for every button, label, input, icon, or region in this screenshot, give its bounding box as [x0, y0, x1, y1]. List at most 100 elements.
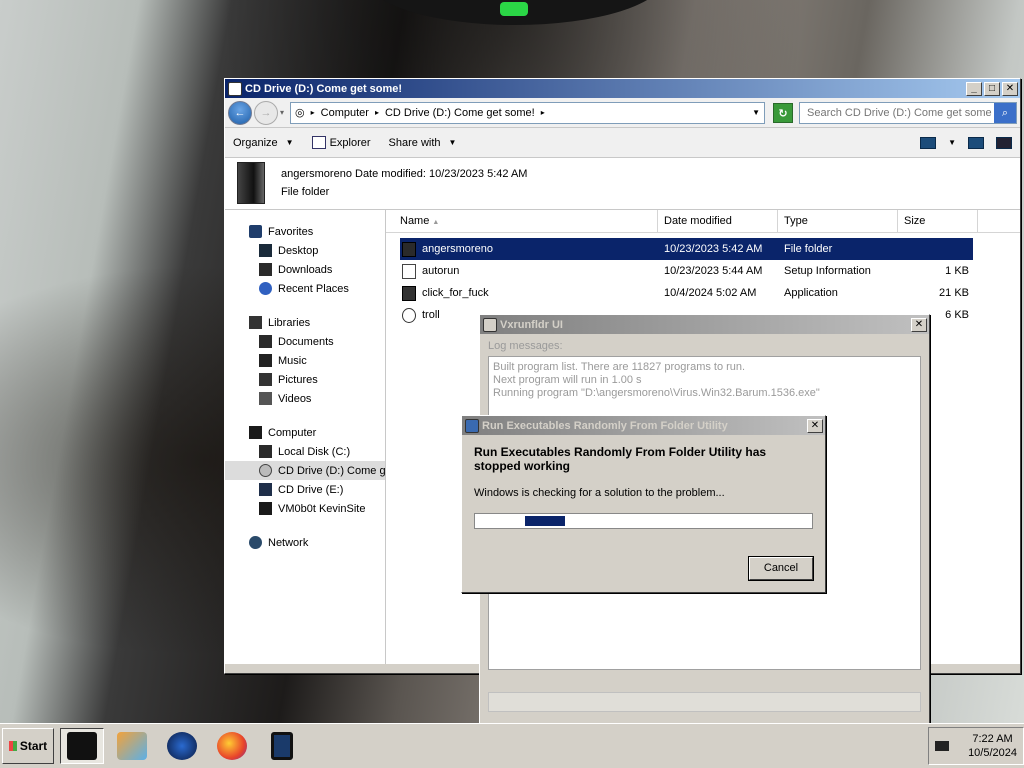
- nav-pictures[interactable]: Pictures: [225, 370, 385, 389]
- navigation-pane: Favorites Desktop Downloads Recent Place…: [225, 210, 386, 664]
- chevron-right-icon[interactable]: ▸: [541, 108, 545, 117]
- forward-button[interactable]: →: [254, 100, 278, 125]
- address-row: ← → ▾ ◎ ▸ Computer ▸ CD Drive (D:) Come …: [225, 98, 1020, 128]
- close-button[interactable]: ✕: [911, 317, 927, 332]
- organize-button[interactable]: Organize ▼: [233, 137, 294, 149]
- address-bar[interactable]: ◎ ▸ Computer ▸ CD Drive (D:) Come get so…: [290, 101, 765, 124]
- taskbar-firefox[interactable]: [210, 728, 254, 764]
- taskbar: Start 7:22 AM 10/5/2024: [0, 723, 1024, 768]
- search-box[interactable]: ⌕: [799, 101, 1017, 124]
- error-dialog-title: Run Executables Randomly From Folder Uti…: [482, 419, 728, 432]
- app-icon: [483, 317, 497, 332]
- taskbar-app[interactable]: [260, 728, 304, 764]
- cd-drive-icon: [259, 483, 272, 496]
- music-icon: [259, 354, 272, 367]
- back-button[interactable]: ←: [228, 100, 252, 125]
- error-dialog-titlebar[interactable]: Run Executables Randomly From Folder Uti…: [462, 416, 825, 435]
- help-icon[interactable]: [996, 136, 1012, 149]
- nav-favorites[interactable]: Favorites: [225, 222, 385, 241]
- search-input[interactable]: [805, 105, 994, 120]
- cd-drive-icon: [228, 81, 242, 96]
- change-view-icon[interactable]: [920, 136, 937, 149]
- nav-documents[interactable]: Documents: [225, 332, 385, 351]
- search-icon[interactable]: ⌕: [994, 102, 1016, 123]
- nav-network[interactable]: Network: [225, 533, 385, 552]
- firefox-icon: [217, 732, 247, 760]
- nav-vm-kevinsite[interactable]: VM0b0t KevinSite: [225, 499, 385, 518]
- taskbar-explorer[interactable]: [60, 728, 104, 764]
- cd-drive-icon: ◎: [295, 107, 305, 119]
- network-icon: [249, 536, 262, 549]
- column-type[interactable]: Type: [778, 210, 898, 233]
- close-button[interactable]: ✕: [1002, 81, 1018, 96]
- local-disk-icon: [259, 445, 272, 458]
- media-player-icon: [117, 732, 147, 760]
- downloads-icon: [259, 263, 272, 276]
- chevron-right-icon[interactable]: ▸: [311, 108, 315, 117]
- nav-music[interactable]: Music: [225, 351, 385, 370]
- details-pane: angersmoreno Date modified: 10/23/2023 5…: [225, 158, 1020, 210]
- column-date-modified[interactable]: Date modified: [658, 210, 778, 233]
- nav-videos[interactable]: Videos: [225, 389, 385, 408]
- view-dropdown-icon[interactable]: ▼: [948, 138, 956, 147]
- file-row[interactable]: angersmoreno 10/23/2023 5:42 AM File fol…: [400, 238, 973, 260]
- progress-bar: [488, 692, 921, 712]
- file-row[interactable]: click_for_fuck 10/4/2024 5:02 AM Applica…: [400, 282, 973, 304]
- minimize-button[interactable]: _: [966, 81, 982, 96]
- log-line: Built program list. There are 11827 prog…: [493, 361, 746, 373]
- nav-desktop[interactable]: Desktop: [225, 241, 385, 260]
- maximize-button[interactable]: □: [984, 81, 1000, 96]
- preview-pane-icon[interactable]: [968, 136, 984, 149]
- address-dropdown-icon[interactable]: ▼: [752, 108, 760, 117]
- share-with-button[interactable]: Share with ▼: [389, 137, 457, 149]
- close-button[interactable]: ✕: [807, 418, 823, 433]
- refresh-button[interactable]: ↻: [773, 102, 793, 123]
- taskbar-media-player[interactable]: [110, 728, 154, 764]
- setup-info-icon: [402, 263, 416, 279]
- vxrunfldr-title: Vxrunfldr UI: [500, 318, 563, 331]
- details-name: angersmoreno: [281, 168, 352, 180]
- vxrunfldr-titlebar[interactable]: Vxrunfldr UI ✕: [480, 315, 929, 334]
- explorer-button[interactable]: Explorer: [311, 136, 371, 149]
- recent-pages-icon[interactable]: ▾: [280, 108, 284, 117]
- nav-cd-drive-e[interactable]: CD Drive (E:): [225, 480, 385, 499]
- clock[interactable]: 7:22 AM 10/5/2024: [968, 732, 1017, 760]
- desktop-icon: [259, 244, 272, 257]
- documents-icon: [259, 335, 272, 348]
- cd-drive-icon: [67, 732, 97, 760]
- folder-icon: [402, 241, 416, 257]
- explorer-titlebar[interactable]: CD Drive (D:) Come get some! _ □ ✕: [225, 79, 1020, 98]
- nav-local-disk-c[interactable]: Local Disk (C:): [225, 442, 385, 461]
- network-tray-icon[interactable]: [935, 741, 949, 751]
- column-header: Name ▲ Date modified Type Size: [386, 210, 1020, 233]
- nav-computer[interactable]: Computer: [225, 423, 385, 442]
- breadcrumb-computer[interactable]: Computer: [321, 107, 369, 119]
- file-row[interactable]: autorun 10/23/2023 5:44 AM Setup Informa…: [400, 260, 973, 282]
- breadcrumb-cd-drive[interactable]: CD Drive (D:) Come get some!: [385, 107, 535, 119]
- app-icon: [271, 732, 293, 760]
- column-size[interactable]: Size: [898, 210, 978, 233]
- nav-cd-drive-d[interactable]: CD Drive (D:) Come ge: [225, 461, 385, 480]
- explorer-title: CD Drive (D:) Come get some!: [245, 82, 403, 95]
- error-heading: Run Executables Randomly From Folder Uti…: [474, 445, 767, 473]
- videos-icon: [259, 392, 272, 405]
- nav-libraries[interactable]: Libraries: [225, 313, 385, 332]
- network-drive-icon: [259, 502, 272, 515]
- cancel-button[interactable]: Cancel: [748, 556, 814, 581]
- explorer-icon: [311, 136, 326, 149]
- favorites-icon: [249, 225, 262, 238]
- log-label: Log messages:: [488, 340, 563, 352]
- nav-recent-places[interactable]: Recent Places: [225, 279, 385, 298]
- pictures-icon: [259, 373, 272, 386]
- log-line: Next program will run in 1.00 s: [493, 374, 642, 386]
- details-date: Date modified: 10/23/2023 5:42 AM: [355, 168, 528, 180]
- taskbar-internet-explorer[interactable]: [160, 728, 204, 764]
- start-button[interactable]: Start: [2, 728, 54, 764]
- column-name[interactable]: Name ▲: [386, 210, 658, 233]
- app-icon: [465, 418, 479, 433]
- log-line: Running program "D:\angersmoreno\Virus.W…: [493, 387, 820, 399]
- recent-places-icon: [259, 282, 272, 295]
- details-type: File folder: [281, 186, 330, 198]
- nav-downloads[interactable]: Downloads: [225, 260, 385, 279]
- chevron-right-icon[interactable]: ▸: [375, 108, 379, 117]
